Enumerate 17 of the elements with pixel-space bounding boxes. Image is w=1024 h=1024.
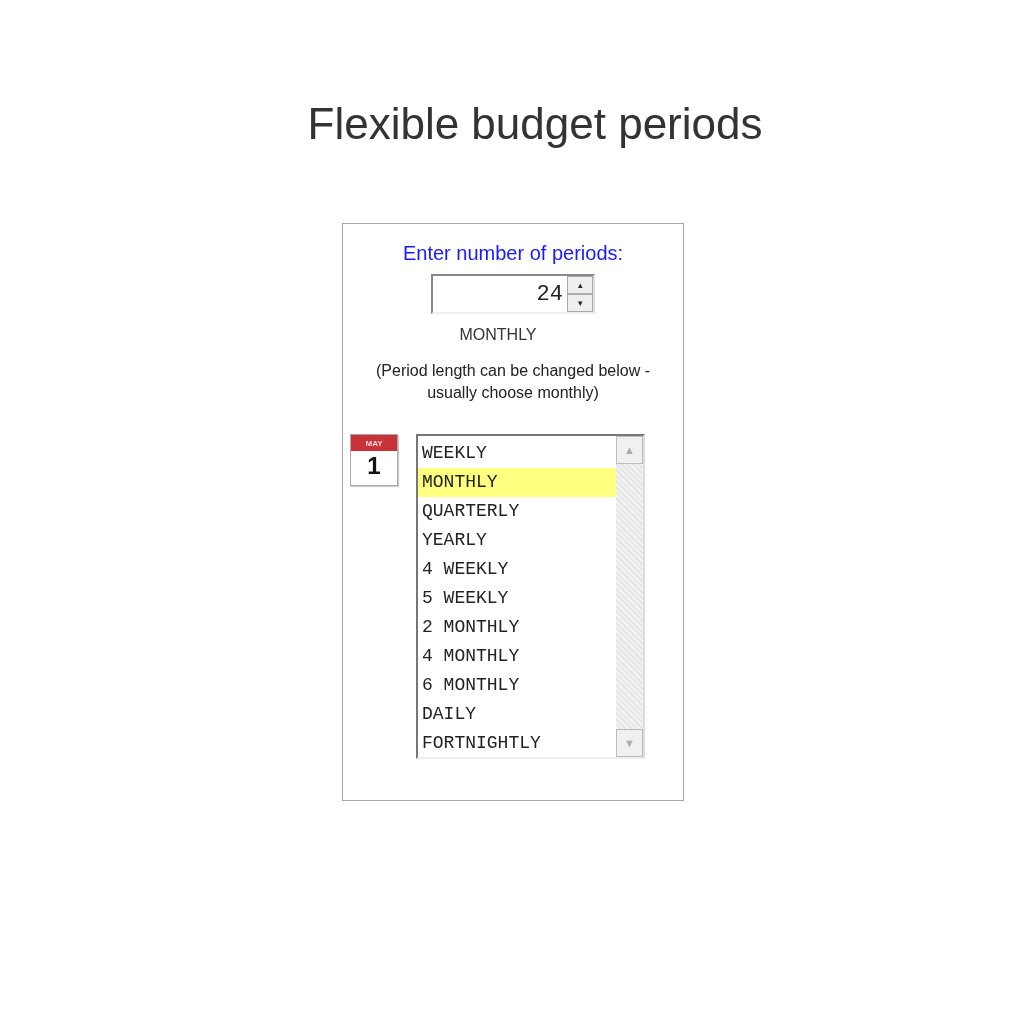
period-option[interactable]: FORTNIGHTLY bbox=[418, 729, 616, 758]
period-option[interactable]: 4 WEEKLY bbox=[418, 555, 616, 584]
period-option[interactable]: QUARTERLY bbox=[418, 497, 616, 526]
period-option[interactable]: 5 WEEKLY bbox=[418, 584, 616, 613]
period-option[interactable]: 4 MONTHLY bbox=[418, 642, 616, 671]
period-option[interactable]: DAILY bbox=[418, 700, 616, 729]
period-option[interactable]: 2 MONTHLY bbox=[418, 613, 616, 642]
period-option[interactable]: MONTHLY bbox=[418, 468, 616, 497]
current-period-label: MONTHLY bbox=[459, 326, 537, 344]
period-option[interactable]: YEARLY bbox=[418, 526, 616, 555]
period-option[interactable]: 6 MONTHLY bbox=[418, 671, 616, 700]
calendar-month: MAY bbox=[351, 435, 397, 451]
page-title: Flexible budget periods bbox=[307, 98, 763, 150]
period-option[interactable]: WEEKLY bbox=[418, 439, 616, 468]
note-text: (Period length can be changed below - usually choose monthly) bbox=[375, 361, 651, 403]
prompt-label: Enter number of periods: bbox=[402, 241, 624, 266]
calendar-day: 1 bbox=[351, 451, 397, 485]
